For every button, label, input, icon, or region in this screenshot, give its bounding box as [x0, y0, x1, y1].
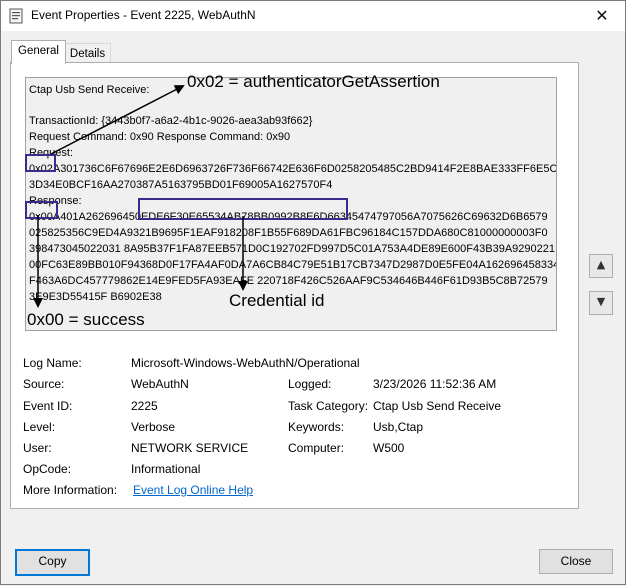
arrow-down-icon: ▼ — [596, 295, 606, 308]
assertion-callout: 0x02 = authenticatorGetAssertion — [187, 72, 440, 91]
event-line: 3D34E0BCF16AA270387A5163795BD01F69005A16… — [29, 179, 333, 191]
event-properties-window: Event Properties - Event 2225, WebAuthN … — [0, 0, 626, 585]
computer-label: Computer: — [288, 441, 345, 455]
source-label: Source: — [23, 377, 65, 391]
source-value: WebAuthN — [131, 377, 189, 391]
close-button[interactable]: Close — [539, 549, 613, 574]
credential-id-highlight — [138, 198, 348, 220]
event-line: 3E9E3D55415F B6902E38 — [29, 291, 162, 303]
tab-general[interactable]: General — [11, 40, 66, 64]
event-line: 025825356C9ED4A9321B9695F1EAF918208F1B55… — [29, 227, 548, 239]
title-bar: Event Properties - Event 2225, WebAuthN … — [1, 1, 625, 31]
request-command-highlight — [25, 154, 56, 172]
copy-button[interactable]: Copy — [15, 549, 90, 576]
event-line: TransactionId: {3443b0f7-a6a2-4b1c-9026-… — [29, 115, 313, 127]
computer-value: W500 — [373, 441, 405, 455]
opcode-label: OpCode: — [23, 462, 72, 476]
logged-label: Logged: — [288, 377, 332, 391]
window-title: Event Properties - Event 2225, WebAuthN — [31, 8, 256, 22]
keywords-label: Keywords: — [288, 420, 345, 434]
tab-details[interactable]: Details — [64, 43, 111, 64]
success-callout: 0x00 = success — [27, 310, 145, 329]
event-line: Request Command: 0x90 Response Command: … — [29, 131, 291, 143]
next-event-button[interactable]: ▼ — [589, 291, 613, 315]
level-label: Level: — [23, 420, 56, 434]
task-category-label: Task Category: — [288, 399, 369, 413]
general-tab-panel: Ctap Usb Send Receive: TransactionId: {3… — [10, 62, 579, 509]
event-line: Ctap Usb Send Receive: — [29, 84, 150, 96]
event-line: 0x02A301736C6F67696E2E6D6963726F736F6674… — [29, 163, 557, 175]
credential-callout: Credential id — [229, 291, 325, 310]
opcode-value: Informational — [131, 462, 201, 476]
event-id-label: Event ID: — [23, 399, 73, 413]
level-value: Verbose — [131, 420, 176, 434]
event-id-value: 2225 — [131, 399, 158, 413]
event-log-online-help-link[interactable]: Event Log Online Help — [133, 483, 253, 497]
previous-event-button[interactable]: ▲ — [589, 254, 613, 278]
close-window-button[interactable]: ✕ — [579, 1, 625, 31]
keywords-value: Usb,Ctap — [373, 420, 424, 434]
user-label: User: — [23, 441, 52, 455]
event-line: 00FC63E89BB010F94368D0F17FA4AF0DA7A6CB84… — [29, 259, 557, 271]
event-line: F463A6DC457779862E14E9FED5FA93EAFE 22071… — [29, 275, 548, 287]
task-category-value: Ctap Usb Send Receive — [373, 399, 502, 413]
more-information-label: More Information: — [23, 483, 118, 497]
event-viewer-icon — [9, 8, 23, 24]
user-value: NETWORK SERVICE — [131, 441, 249, 455]
event-line: 398473045022031 8A95B37F1FA87EEB571D0C19… — [29, 243, 555, 255]
log-name-value: Microsoft-Windows-WebAuthN/Operational — [131, 356, 360, 370]
log-name-label: Log Name: — [23, 356, 82, 370]
logged-value: 3/23/2026 11:52:36 AM — [373, 377, 497, 391]
response-status-highlight — [25, 201, 58, 219]
arrow-up-icon: ▲ — [596, 258, 606, 271]
